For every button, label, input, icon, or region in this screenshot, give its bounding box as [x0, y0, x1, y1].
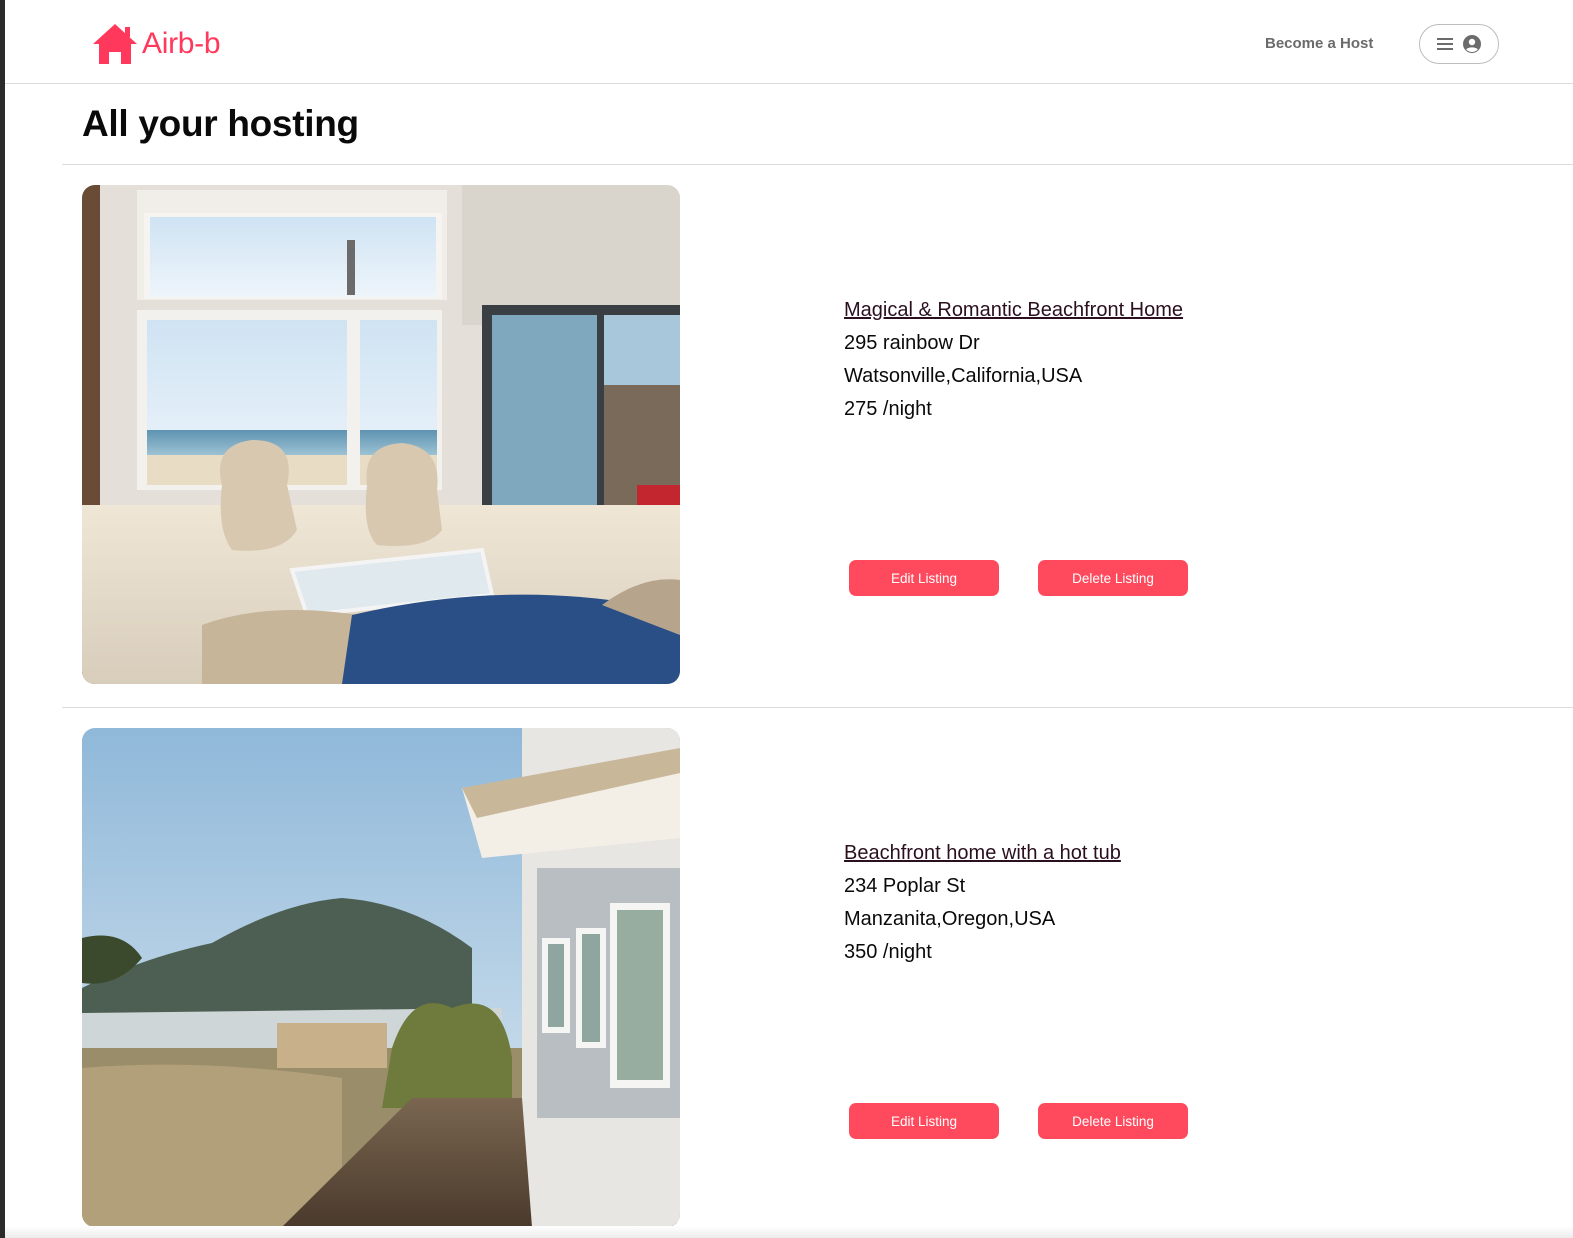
become-host-link[interactable]: Become a Host	[1265, 35, 1373, 52]
edit-listing-button[interactable]: Edit Listing	[849, 1103, 999, 1139]
user-circle-icon	[1463, 35, 1481, 53]
listing-street: 295 rainbow Dr	[844, 332, 980, 354]
listing-details: Beachfront home with a hot tub 234 Popla…	[844, 837, 1121, 969]
house-icon	[92, 23, 138, 65]
profile-menu-button[interactable]	[1419, 24, 1499, 64]
scroll-shadow	[5, 1226, 1573, 1238]
listing-location: Watsonville,California,USA	[844, 365, 1083, 387]
listing-title-link[interactable]: Beachfront home with a hot tub	[844, 837, 1121, 870]
listing-street: 234 Poplar St	[844, 875, 966, 897]
section-divider	[62, 164, 1573, 165]
brand-name: Airb-b	[142, 27, 221, 60]
top-nav: Airb-b Become a Host	[5, 0, 1573, 84]
listing-price: 350 /night	[844, 941, 932, 963]
delete-listing-button[interactable]: Delete Listing	[1038, 560, 1188, 596]
listing-photo[interactable]	[82, 185, 680, 684]
section-divider	[62, 707, 1573, 708]
listing-details: Magical & Romantic Beachfront Home 295 r…	[844, 294, 1183, 426]
listing-price: 275 /night	[844, 398, 932, 420]
hamburger-icon	[1437, 37, 1453, 51]
delete-listing-button[interactable]: Delete Listing	[1038, 1103, 1188, 1139]
listing-photo[interactable]	[82, 728, 680, 1227]
page-title: All your hosting	[82, 103, 359, 144]
window-edge	[0, 0, 5, 1238]
listing-title-link[interactable]: Magical & Romantic Beachfront Home	[844, 294, 1183, 327]
brand-logo[interactable]: Airb-b	[92, 22, 221, 66]
edit-listing-button[interactable]: Edit Listing	[849, 560, 999, 596]
listing-location: Manzanita,Oregon,USA	[844, 908, 1056, 930]
